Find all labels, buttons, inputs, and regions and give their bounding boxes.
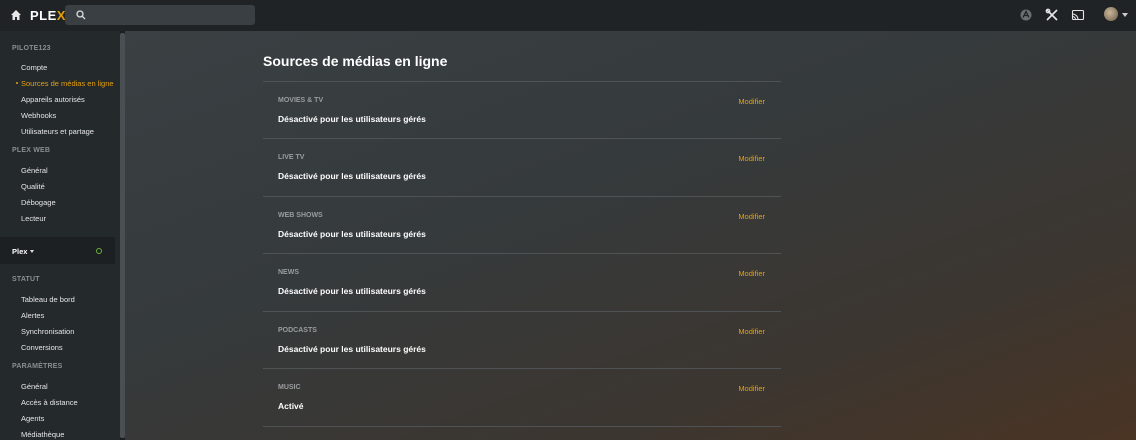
- edit-link[interactable]: Modifier: [738, 154, 765, 163]
- section-status: Désactivé pour les utilisateurs gérés: [278, 344, 426, 354]
- source-section-music: MUSIC Activé Modifier: [263, 368, 781, 426]
- server-name[interactable]: Plex: [12, 247, 27, 256]
- main-content: Sources de médias en ligne MOVIES & TV D…: [125, 31, 1136, 440]
- server-selector[interactable]: Plex: [0, 237, 115, 264]
- section-category: WEB SHOWS: [278, 212, 323, 219]
- source-section-live-tv: LIVE TV Désactivé pour les utilisateurs …: [263, 138, 781, 196]
- page-title: Sources de médias en ligne: [263, 53, 448, 69]
- section-category: LIVE TV: [278, 154, 305, 161]
- section-status: Activé: [278, 401, 304, 411]
- sidebar-item-webhooks[interactable]: Webhooks: [21, 111, 56, 120]
- edit-link[interactable]: Modifier: [738, 269, 765, 278]
- section-divider: [263, 426, 781, 427]
- sidebar-item-conversions[interactable]: Conversions: [21, 343, 63, 352]
- edit-link[interactable]: Modifier: [738, 327, 765, 336]
- section-status: Désactivé pour les utilisateurs gérés: [278, 114, 426, 124]
- section-status: Désactivé pour les utilisateurs gérés: [278, 171, 426, 181]
- cast-icon[interactable]: [1071, 8, 1085, 22]
- edit-link[interactable]: Modifier: [738, 212, 765, 221]
- source-section-movies-tv: MOVIES & TV Désactivé pour les utilisate…: [263, 81, 781, 139]
- source-section-web-shows: WEB SHOWS Désactivé pour les utilisateur…: [263, 196, 781, 254]
- section-header-status: STATUT: [12, 276, 40, 283]
- sidebar-item-dashboard[interactable]: Tableau de bord: [21, 295, 75, 304]
- section-category: PODCASTS: [278, 327, 317, 334]
- sidebar-item-settings-general[interactable]: Général: [21, 382, 48, 391]
- chevron-down-icon[interactable]: [1122, 13, 1128, 17]
- edit-link[interactable]: Modifier: [738, 384, 765, 393]
- sidebar-item-player[interactable]: Lecteur: [21, 214, 46, 223]
- edit-link[interactable]: Modifier: [738, 97, 765, 106]
- source-section-podcasts: PODCASTS Désactivé pour les utilisateurs…: [263, 311, 781, 369]
- search-icon: [76, 10, 86, 20]
- sidebar-item-debugging[interactable]: Débogage: [21, 198, 56, 207]
- sidebar-item-quality[interactable]: Qualité: [21, 182, 45, 191]
- avatar[interactable]: [1104, 7, 1118, 21]
- section-header-settings: PARAMÈTRES: [12, 363, 63, 370]
- sidebar-item-remote-access[interactable]: Accès à distance: [21, 398, 78, 407]
- sidebar-item-web-general[interactable]: Général: [21, 166, 48, 175]
- activity-icon[interactable]: [1019, 8, 1033, 22]
- sidebar-item-compte[interactable]: Compte: [21, 63, 47, 72]
- home-icon[interactable]: [10, 9, 22, 21]
- sidebar-item-agents[interactable]: Agents: [21, 414, 44, 423]
- settings-tools-icon[interactable]: [1045, 8, 1059, 22]
- sidebar-item-users-sharing[interactable]: Utilisateurs et partage: [21, 127, 94, 136]
- sidebar-item-authorized-devices[interactable]: Appareils autorisés: [21, 95, 85, 104]
- sidebar-item-library[interactable]: Médiathèque: [21, 430, 64, 439]
- search-box[interactable]: [65, 5, 255, 25]
- active-indicator: [16, 82, 18, 84]
- chevron-down-icon[interactable]: [30, 250, 34, 253]
- sidebar: PILOTE123 Compte Sources de médias en li…: [0, 31, 120, 440]
- plex-logo[interactable]: PLEX: [30, 8, 66, 23]
- search-input[interactable]: [65, 5, 255, 25]
- section-header-account: PILOTE123: [12, 45, 51, 52]
- source-section-news: NEWS Désactivé pour les utilisateurs gér…: [263, 253, 781, 311]
- sidebar-item-online-media-sources[interactable]: Sources de médias en ligne: [21, 79, 114, 88]
- section-status: Désactivé pour les utilisateurs gérés: [278, 286, 426, 296]
- sidebar-item-alerts[interactable]: Alertes: [21, 311, 44, 320]
- server-status-icon: [96, 248, 102, 254]
- section-header-plex-web: PLEX WEB: [12, 147, 51, 154]
- sidebar-item-sync[interactable]: Synchronisation: [21, 327, 74, 336]
- section-category: MOVIES & TV: [278, 97, 324, 104]
- section-status: Désactivé pour les utilisateurs gérés: [278, 229, 426, 239]
- top-bar: PLEX: [0, 0, 1136, 31]
- section-category: MUSIC: [278, 384, 301, 391]
- logo-text: PLE: [30, 8, 57, 23]
- section-category: NEWS: [278, 269, 299, 276]
